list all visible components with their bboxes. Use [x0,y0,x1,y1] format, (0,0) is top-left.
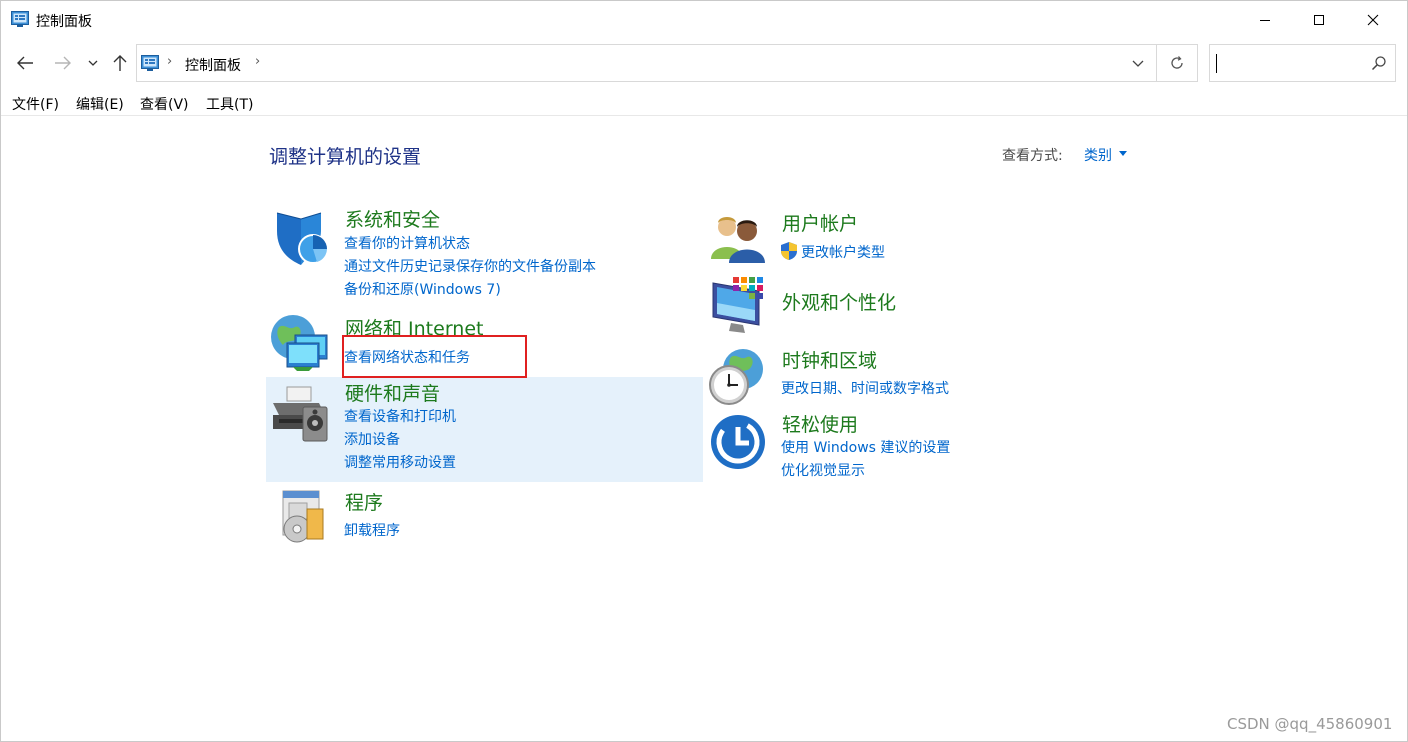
category-user-accounts[interactable]: 用户帐户 [782,209,858,236]
menu-tools[interactable]: 工具(T) [206,94,253,114]
printer-speaker-icon[interactable] [269,385,333,445]
control-panel-icon [141,55,159,71]
chevron-right-icon[interactable]: › [167,54,172,69]
clock-globe-icon[interactable] [707,347,767,407]
link-file-history-backup[interactable]: 通过文件历史记录保存你的文件备份副本 [344,256,596,276]
link-mobility-settings[interactable]: 调整常用移动设置 [344,452,456,472]
close-icon [1367,14,1379,26]
network-globe-icon[interactable] [269,313,333,373]
link-windows-suggested-settings[interactable]: 使用 Windows 建议的设置 [781,437,950,457]
category-hardware-sound[interactable]: 硬件和声音 [345,379,440,406]
chevron-down-icon [1132,60,1144,67]
chevron-down-icon [88,60,98,66]
menu-edit[interactable]: 编辑(E) [76,94,124,114]
link-change-date-time-format[interactable]: 更改日期、时间或数字格式 [781,378,949,398]
breadcrumb-control-panel[interactable]: 控制面板 [185,55,241,75]
caret-down-icon[interactable] [1119,151,1127,156]
category-appearance[interactable]: 外观和个性化 [782,288,896,315]
category-system-security[interactable]: 系统和安全 [345,205,440,232]
link-backup-restore-win7[interactable]: 备份和还原(Windows 7) [344,279,501,299]
link-view-devices-printers[interactable]: 查看设备和打印机 [344,406,456,426]
up-button[interactable] [108,49,132,77]
forward-arrow-icon [55,56,71,70]
link-change-account-type[interactable]: 更改帐户类型 [801,242,885,262]
up-arrow-icon [113,55,127,71]
address-dropdown-button[interactable] [1121,45,1155,81]
appearance-monitor-icon[interactable] [709,277,769,335]
view-by-dropdown[interactable]: 类别 [1084,145,1112,165]
category-ease-of-access[interactable]: 轻松使用 [782,410,858,437]
link-view-computer-status[interactable]: 查看你的计算机状态 [344,233,470,253]
programs-icon[interactable] [277,489,329,545]
back-button[interactable] [13,49,37,77]
search-input[interactable] [1209,44,1396,82]
menu-file[interactable]: 文件(F) [12,94,59,114]
text-caret [1216,54,1217,73]
refresh-button[interactable] [1156,45,1197,81]
maximize-icon [1314,15,1324,25]
chevron-right-icon[interactable]: › [255,54,260,69]
ease-of-access-icon[interactable] [709,413,767,471]
menu-divider [1,115,1407,116]
link-optimize-visual-display[interactable]: 优化视觉显示 [781,460,865,480]
link-add-device[interactable]: 添加设备 [344,429,400,449]
page-title: 调整计算机的设置 [269,146,422,168]
minimize-button[interactable] [1239,1,1291,39]
forward-button[interactable] [51,49,75,77]
menu-view[interactable]: 查看(V) [140,94,189,114]
menu-bar: 文件(F) 编辑(E) 查看(V) 工具(T) [1,91,1407,115]
view-by-label: 查看方式: [1002,148,1063,164]
window-title: 控制面板 [36,14,92,30]
link-uninstall-program[interactable]: 卸载程序 [344,520,400,540]
annotation-highlight-box [342,335,527,378]
refresh-icon [1171,56,1183,69]
control-panel-icon [11,11,29,27]
title-bar: 控制面板 [1,1,1407,39]
close-button[interactable] [1347,1,1399,39]
recent-locations-button[interactable] [83,49,103,77]
address-bar[interactable]: › 控制面板 › [136,44,1198,82]
minimize-icon [1260,20,1270,21]
user-accounts-icon[interactable] [709,213,767,263]
maximize-button[interactable] [1293,1,1345,39]
back-arrow-icon [17,56,33,70]
category-programs[interactable]: 程序 [345,488,383,515]
search-icon[interactable] [1371,55,1387,71]
shield-icon[interactable] [271,209,331,269]
category-clock-region[interactable]: 时钟和区域 [782,346,877,373]
control-panel-window: 控制面板 › 控制面板 › 文件(F) 编辑(E) 查看(V) 工具(T) 调整… [0,0,1408,742]
uac-shield-icon [781,242,797,260]
watermark-text: CSDN @qq_45860901 [1227,715,1393,733]
